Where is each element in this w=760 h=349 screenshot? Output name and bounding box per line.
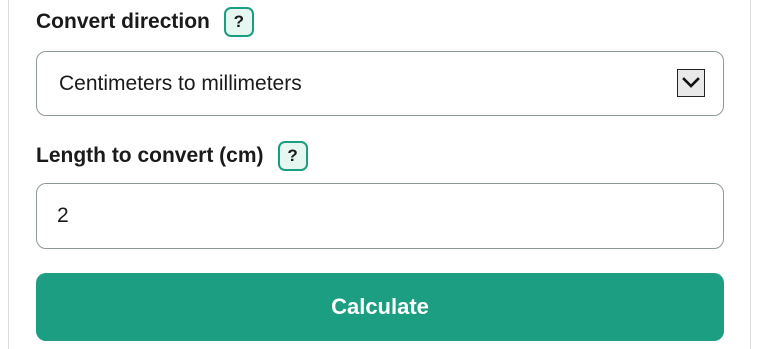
calculate-button[interactable]: Calculate bbox=[36, 273, 724, 341]
convert-direction-selected-value: Centimeters to millimeters bbox=[59, 72, 302, 95]
length-to-convert-label: Length to convert (cm) bbox=[36, 144, 264, 167]
convert-direction-select[interactable]: Centimeters to millimeters bbox=[36, 51, 724, 116]
length-help-button[interactable]: ? bbox=[277, 141, 308, 171]
length-label-row: Length to convert (cm) ? bbox=[36, 141, 308, 171]
length-input[interactable] bbox=[36, 183, 724, 249]
convert-direction-label-row: Convert direction ? bbox=[36, 7, 254, 37]
chevron-down-icon[interactable] bbox=[677, 69, 705, 97]
convert-direction-label: Convert direction bbox=[36, 10, 210, 33]
convert-direction-help-button[interactable]: ? bbox=[223, 7, 254, 37]
